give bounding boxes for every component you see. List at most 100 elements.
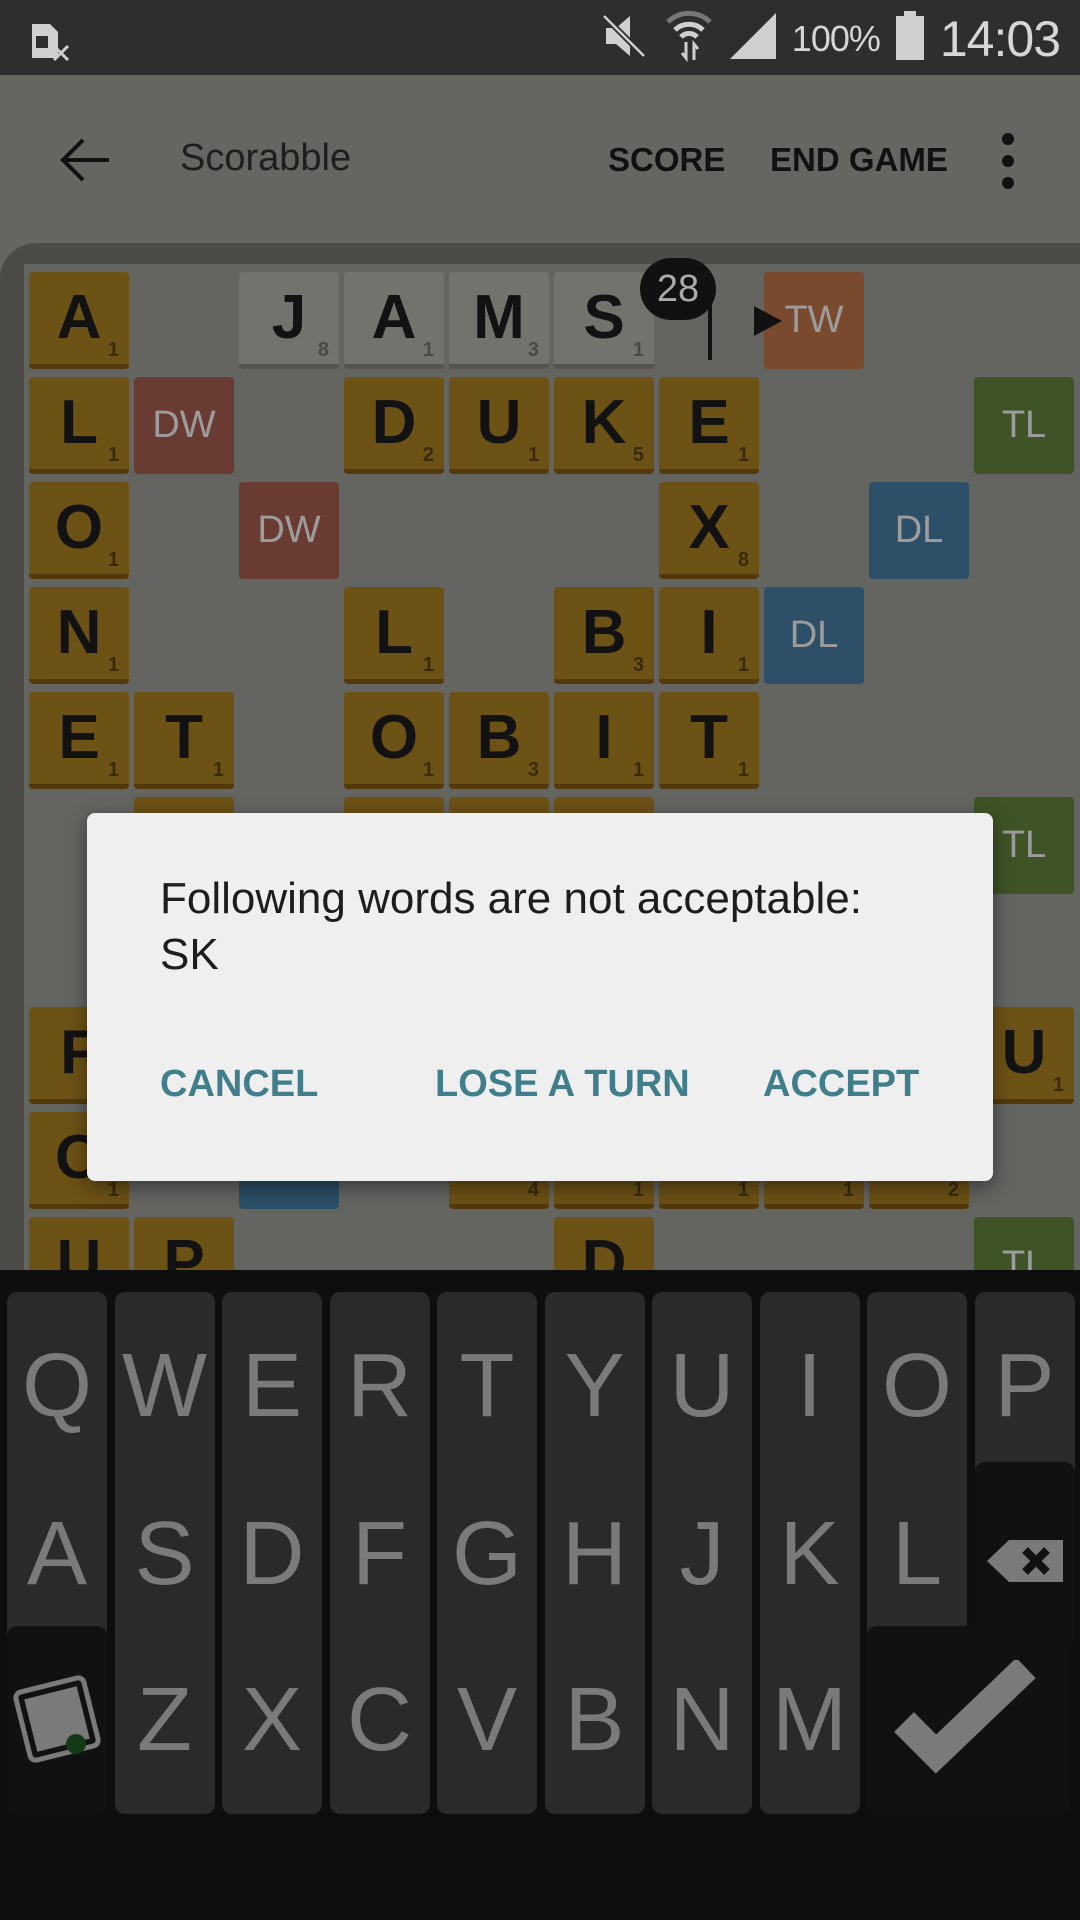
premium-square-dl[interactable]: DL (869, 482, 969, 579)
wifi-data-icon (664, 8, 714, 69)
pending-tile[interactable]: S1 (554, 272, 654, 369)
pending-tile[interactable]: M3 (449, 272, 549, 369)
premium-square-dl[interactable]: DL (764, 587, 864, 684)
cancel-button[interactable]: CANCEL (160, 1063, 318, 1106)
tile-points: 8 (737, 549, 749, 571)
key-z[interactable]: Z (114, 1626, 215, 1814)
key-r[interactable]: R (329, 1292, 430, 1480)
board-tile[interactable]: P (134, 1217, 234, 1273)
key-h[interactable]: H (544, 1460, 645, 1648)
board-tile[interactable]: X8 (659, 482, 759, 579)
tile-points: 1 (107, 549, 119, 571)
pending-tile[interactable]: A1 (344, 272, 444, 369)
premium-square-tl[interactable]: TL (974, 1217, 1074, 1273)
tile-points: 1 (527, 444, 539, 466)
key-t[interactable]: T (437, 1292, 537, 1480)
status-indicator-dot (66, 1734, 86, 1754)
key-k[interactable]: K (759, 1460, 860, 1648)
key-e[interactable]: E (222, 1292, 322, 1480)
pending-tile[interactable]: J8 (239, 272, 339, 369)
board-tile[interactable]: L1 (29, 377, 129, 474)
blank-tile-key[interactable] (7, 1626, 107, 1814)
key-x[interactable]: X (222, 1626, 322, 1814)
board-tile[interactable]: I1 (554, 692, 654, 789)
end-game-button[interactable]: END GAME (770, 141, 948, 179)
key-d[interactable]: D (222, 1460, 322, 1648)
board-tile[interactable]: D2 (344, 377, 444, 474)
tile-points: 1 (632, 759, 644, 781)
tile-points: 3 (527, 759, 539, 781)
key-p[interactable]: P (974, 1292, 1075, 1480)
more-vert-icon[interactable] (996, 133, 1020, 193)
arrow-back-icon[interactable] (55, 130, 115, 190)
board-tile[interactable]: A1 (29, 272, 129, 369)
board-tile[interactable]: B3 (449, 692, 549, 789)
board-tile[interactable]: O1 (344, 692, 444, 789)
key-f[interactable]: F (329, 1460, 430, 1648)
board-tile[interactable]: N1 (29, 587, 129, 684)
board-tile[interactable]: D (554, 1217, 654, 1273)
tile-points: 1 (422, 339, 434, 361)
app-bar: Scorabble SCORE END GAME (0, 75, 1080, 245)
tile-letter: U (56, 1228, 102, 1273)
tile-letter: P (163, 1228, 205, 1273)
key-q[interactable]: Q (7, 1292, 107, 1480)
tile-points: 1 (422, 654, 434, 676)
battery-full-icon (894, 11, 926, 66)
premium-square-dw[interactable]: DW (134, 377, 234, 474)
invalid-words-dialog: Following words are not acceptable: SK C… (87, 813, 993, 1181)
status-bar: 100% 14:03 (0, 0, 1080, 75)
premium-square-dw[interactable]: DW (239, 482, 339, 579)
board-tile[interactable]: K5 (554, 377, 654, 474)
lose-a-turn-button[interactable]: LOSE A TURN (435, 1063, 690, 1106)
board-tile[interactable]: L1 (344, 587, 444, 684)
tile-points: 1 (212, 759, 224, 781)
key-i[interactable]: I (759, 1292, 860, 1480)
key-u[interactable]: U (652, 1292, 752, 1480)
key-v[interactable]: V (437, 1626, 537, 1814)
tile-points: 1 (107, 444, 119, 466)
board-tile[interactable]: O1 (29, 482, 129, 579)
app-title: Scorabble (180, 137, 352, 179)
tile-points: 8 (317, 339, 329, 361)
key-g[interactable]: G (437, 1460, 537, 1648)
key-l[interactable]: L (867, 1460, 967, 1648)
key-s[interactable]: S (114, 1460, 215, 1648)
text-cursor (708, 300, 712, 360)
board-tile[interactable]: E1 (659, 377, 759, 474)
key-c[interactable]: C (329, 1626, 430, 1814)
tile-points: 1 (842, 1179, 854, 1201)
board-tile[interactable]: T1 (134, 692, 234, 789)
tile-points: 1 (1052, 1074, 1064, 1096)
key-w[interactable]: W (114, 1292, 215, 1480)
tile-points: 1 (632, 1179, 644, 1201)
pending-score-badge: 28 (640, 258, 716, 320)
premium-square-tl[interactable]: TL (974, 377, 1074, 474)
key-o[interactable]: O (867, 1292, 967, 1480)
board-tile[interactable]: U1 (449, 377, 549, 474)
tile-points: 1 (737, 1179, 749, 1201)
board-tile[interactable]: U (29, 1217, 129, 1273)
battery-percent: 100% (791, 17, 881, 59)
accept-button[interactable]: ACCEPT (763, 1063, 919, 1106)
backspace-key[interactable] (974, 1462, 1075, 1650)
key-y[interactable]: Y (544, 1292, 645, 1480)
confirm-key[interactable] (867, 1626, 1070, 1814)
score-button[interactable]: SCORE (608, 141, 725, 179)
key-b[interactable]: B (544, 1626, 645, 1814)
key-n[interactable]: N (652, 1626, 752, 1814)
key-a[interactable]: A (7, 1460, 107, 1648)
board-tile[interactable]: E1 (29, 692, 129, 789)
tile-points: 1 (107, 1179, 119, 1201)
tile-points: 1 (737, 654, 749, 676)
sim-card-missing-icon (30, 22, 74, 67)
key-j[interactable]: J (652, 1460, 752, 1648)
signal-icon (728, 11, 778, 66)
checkmark-icon (893, 1657, 1036, 1774)
board-tile[interactable]: I1 (659, 587, 759, 684)
board-tile[interactable]: T1 (659, 692, 759, 789)
board-tile[interactable]: B3 (554, 587, 654, 684)
key-m[interactable]: M (759, 1626, 860, 1814)
tile-points: 1 (737, 759, 749, 781)
tile-points: 4 (527, 1179, 539, 1201)
